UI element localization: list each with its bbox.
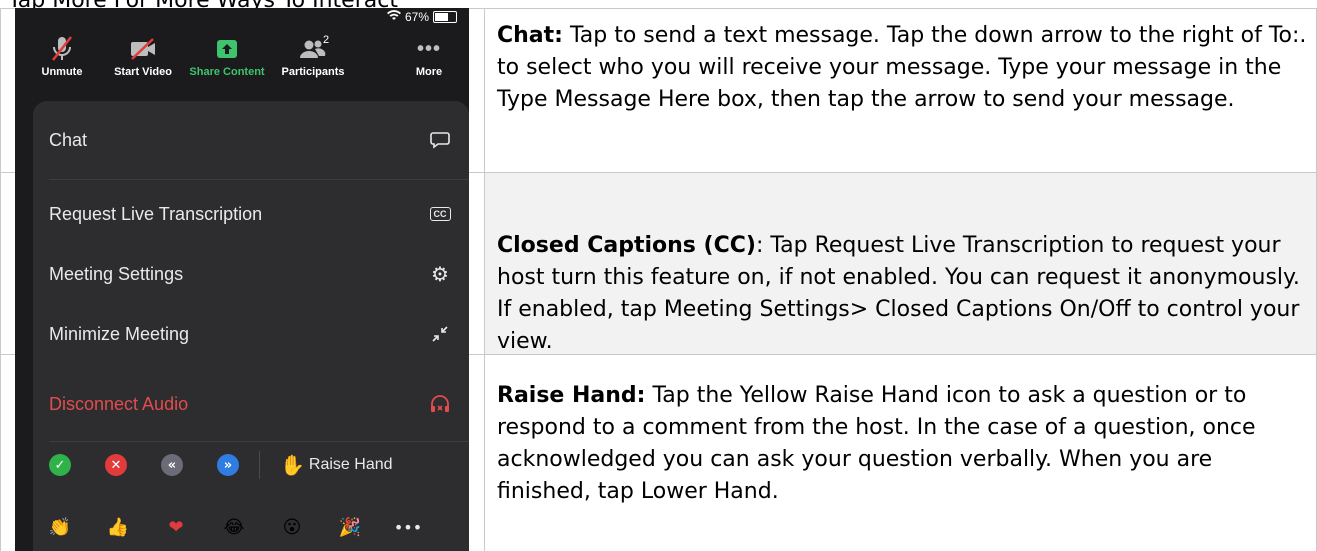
meeting-toolbar: Unmute Start Video Share Content 2 Parti… [15, 30, 469, 90]
no-icon[interactable]: ✕ [105, 454, 127, 476]
gear-icon: ⚙ [431, 263, 449, 286]
row-raise-hand-description: Raise Hand: Tap the Yellow Raise Hand ic… [497, 380, 1307, 508]
minimize-arrows-icon [427, 321, 453, 347]
laughing-face-icon[interactable]: 😂 [223, 516, 245, 538]
microphone-muted-icon [22, 34, 102, 64]
row-cc-description: Closed Captions (CC): Tap Request Live T… [497, 230, 1307, 358]
table-border [0, 8, 1, 551]
faster-icon[interactable]: » [217, 454, 239, 476]
battery-icon [433, 11, 457, 23]
menu-item-disconnect-audio[interactable]: Disconnect Audio [49, 371, 453, 437]
start-video-label: Start Video [114, 66, 172, 78]
slower-icon[interactable]: « [161, 454, 183, 476]
wifi-icon [386, 10, 401, 24]
unmute-button[interactable]: Unmute [22, 34, 102, 78]
raised-hand-icon: ✋ [280, 454, 305, 477]
menu-item-request-transcription[interactable]: Request Live Transcription CC [49, 181, 453, 247]
menu-item-label: Chat [49, 129, 88, 150]
share-content-label: Share Content [189, 66, 265, 78]
emoji-row: 👏 👍 ❤ 😂 😮 🎉 ••• [49, 499, 459, 551]
party-popper-icon[interactable]: 🎉 [339, 516, 361, 538]
menu-item-label: Request Live Transcription [49, 203, 263, 224]
heart-icon[interactable]: ❤ [165, 516, 187, 538]
row-title: Chat: [497, 23, 563, 48]
row-title: Raise Hand: [497, 383, 646, 408]
participants-label: Participants [281, 66, 345, 78]
row-title: Closed Captions (CC) [497, 233, 756, 258]
menu-item-label: Disconnect Audio [49, 393, 189, 414]
start-video-button[interactable]: Start Video [103, 34, 183, 78]
menu-item-label: Meeting Settings [49, 263, 184, 284]
status-bar: 67% [386, 8, 457, 26]
surprised-face-icon[interactable]: 😮 [281, 516, 303, 538]
reaction-divider [259, 451, 260, 479]
menu-item-meeting-settings[interactable]: Meeting Settings ⚙ [49, 241, 453, 307]
video-off-icon [103, 34, 183, 64]
menu-item-chat[interactable]: Chat [49, 107, 453, 173]
battery-percent: 67% [404, 10, 429, 24]
menu-item-label: Minimize Meeting [49, 323, 190, 344]
cc-icon: CC [427, 201, 453, 227]
raise-hand-label: Raise Hand [308, 456, 393, 473]
more-button[interactable]: ••• More [389, 34, 469, 79]
more-emoji-icon[interactable]: ••• [394, 516, 422, 538]
more-menu: Chat Request Live Transcription CC Meeti… [33, 101, 469, 551]
clapping-hands-icon[interactable]: 👏 [49, 516, 71, 538]
chat-bubble-icon [427, 127, 453, 153]
menu-item-minimize-meeting[interactable]: Minimize Meeting [49, 301, 453, 367]
phone-screenshot: 67% Unmute Start Video Share Content 2 P… [15, 8, 469, 551]
table-border [484, 8, 485, 551]
row-text: Tap to send a text message. Tap the down… [497, 23, 1307, 112]
raise-hand-button[interactable]: ✋ Raise Hand [280, 453, 393, 478]
share-content-button[interactable]: Share Content [187, 34, 267, 78]
thumbs-up-icon[interactable]: 👍 [107, 516, 129, 538]
participants-count: 2 [323, 34, 330, 46]
yes-icon[interactable]: ✓ [49, 454, 71, 476]
participants-button[interactable]: 2 Participants [273, 34, 353, 78]
more-label: More [415, 66, 443, 78]
reactions-row: ✓ ✕ « » ✋ Raise Hand [49, 437, 459, 493]
unmute-label: Unmute [41, 66, 83, 78]
row-chat-description: Chat: Tap to send a text message. Tap th… [497, 20, 1307, 116]
share-icon [187, 34, 267, 64]
headphones-off-icon [427, 391, 453, 417]
more-dots-icon: ••• [416, 37, 441, 60]
menu-divider [49, 179, 469, 180]
participants-icon [273, 34, 353, 64]
